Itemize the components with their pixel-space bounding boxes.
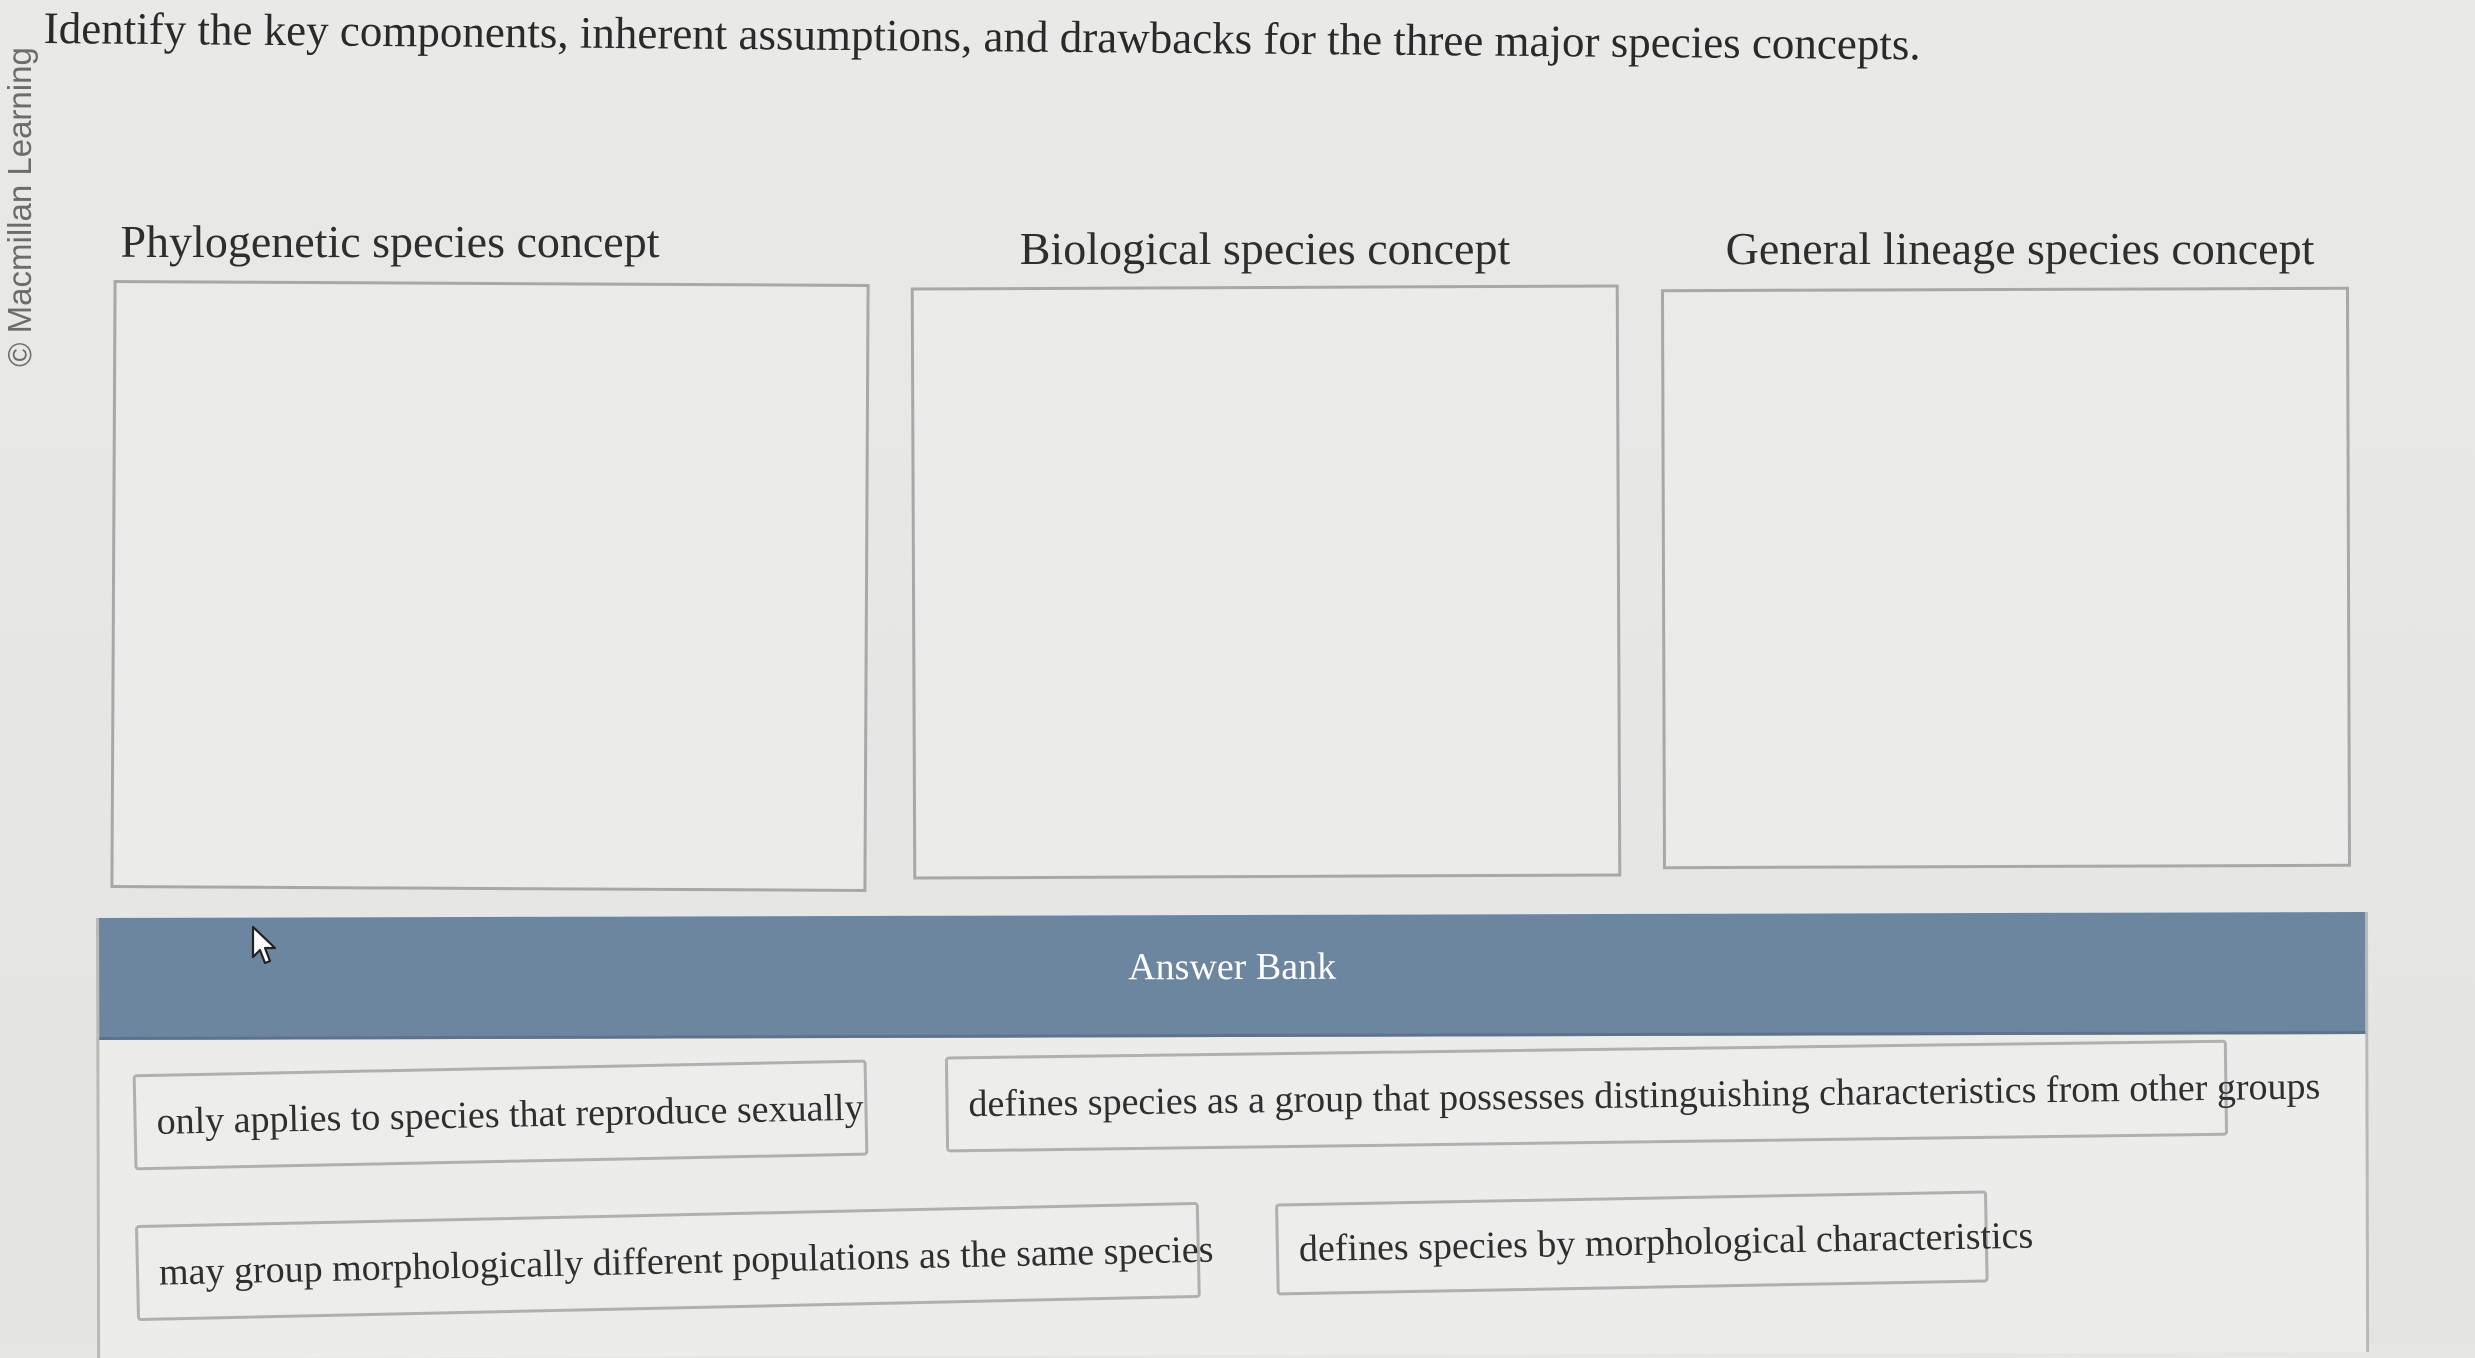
- answer-item[interactable]: defines species as a group that possesse…: [944, 1039, 2321, 1153]
- dropzone-general-lineage[interactable]: [1660, 286, 2352, 870]
- question-prompt: Identify the key components, inherent as…: [43, 2, 1921, 70]
- answer-item-label: only applies to species that reproduce s…: [156, 1086, 864, 1143]
- answer-item[interactable]: only applies to species that reproduce s…: [132, 1059, 869, 1171]
- answer-bank: Answer Bank only applies to species that…: [96, 912, 2370, 1358]
- category-title-biological: Biological species concept: [1019, 223, 1511, 274]
- mouse-pointer-icon: [251, 925, 277, 965]
- category-title-phylogenetic: Phylogenetic species concept: [120, 216, 660, 267]
- dropzone-phylogenetic[interactable]: [110, 280, 870, 892]
- category-title-general-lineage: General lineage species concept: [1725, 223, 2315, 274]
- answer-item[interactable]: may group morphologically different popu…: [134, 1201, 1214, 1322]
- answer-item-label: may group morphologically different popu…: [158, 1228, 1214, 1294]
- answer-bank-title: Answer Bank: [1128, 945, 1337, 989]
- answer-item[interactable]: defines species by morphological charact…: [1275, 1190, 2034, 1296]
- page: © Macmillan Learning Identify the key co…: [0, 0, 2475, 1358]
- answer-item-label: defines species by morphological charact…: [1298, 1214, 2034, 1271]
- copyright-watermark: © Macmillan Learning: [1, 47, 38, 367]
- answer-item-label: defines species as a group that possesse…: [968, 1065, 2321, 1126]
- dropzone-biological[interactable]: [910, 284, 1622, 880]
- answer-bank-header: Answer Bank: [98, 912, 2366, 1040]
